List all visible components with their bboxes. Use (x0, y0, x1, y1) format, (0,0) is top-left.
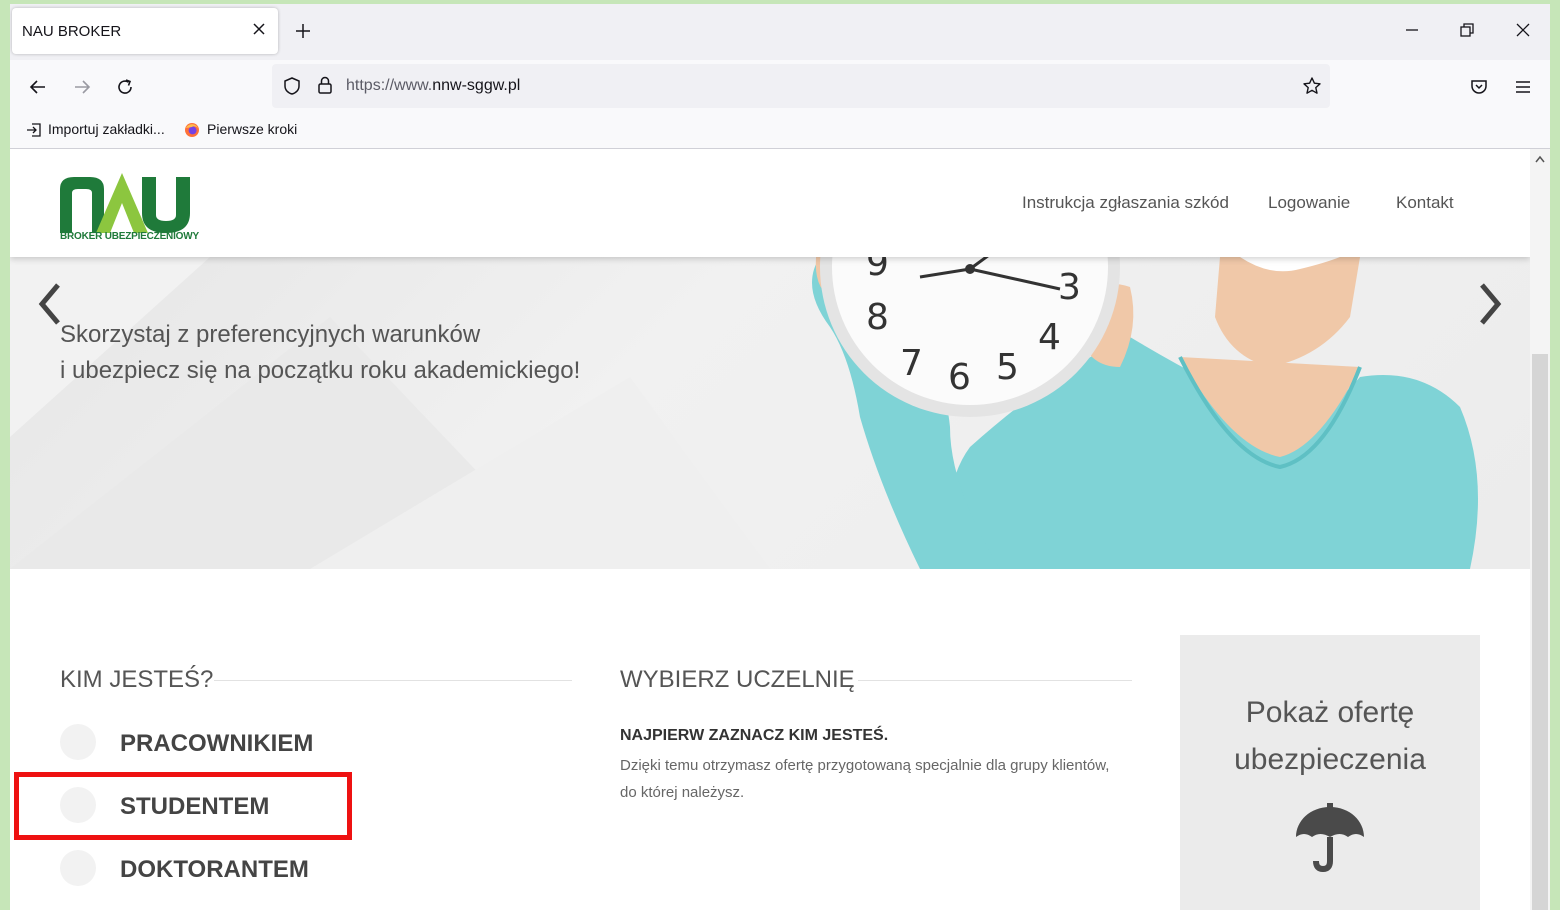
radio-label-doctoral[interactable]: DOKTORANTEM (120, 856, 309, 884)
svg-text:4: 4 (1038, 317, 1061, 358)
slider-next-icon[interactable] (1476, 279, 1506, 329)
highlight-box (14, 772, 352, 840)
web-page: BROKER UBEZPIECZENIOWY Instrukcja zgłasz… (10, 149, 1530, 910)
instruction-title: NAJPIERW ZAZNACZ KIM JESTEŚ. (620, 727, 889, 744)
offer-text-line1: Pokaż ofertę (1245, 696, 1415, 729)
bookmark-first-steps[interactable]: Pierwsze kroki (207, 121, 297, 137)
scroll-up-icon[interactable] (1535, 155, 1545, 163)
browser-tab[interactable]: NAU BROKER (12, 8, 278, 54)
divider (858, 680, 1132, 681)
close-tab-icon[interactable] (250, 20, 268, 38)
new-tab-icon[interactable] (294, 22, 312, 40)
slider-prev-icon[interactable] (34, 279, 64, 329)
radio-label-employee[interactable]: PRACOWNIKIEM (120, 730, 313, 758)
umbrella-icon (1296, 803, 1364, 873)
hero-caption: Skorzystaj z preferencyjnych warunków i … (60, 317, 580, 389)
bookmark-star-icon[interactable] (1302, 76, 1322, 96)
browser-window: NAU BROKER https://www.nnw-sggw.pl Impor… (10, 4, 1550, 910)
svg-text:3: 3 (1058, 267, 1081, 308)
radio-circle[interactable] (60, 724, 96, 760)
minimize-icon[interactable] (1404, 22, 1420, 38)
instruction-text: Dzięki temu otrzymasz ofertę przygotowan… (620, 757, 1110, 801)
hero-slider: 3 4 5 6 7 8 9 Skorzystaj z preferencyjny… (10, 257, 1530, 569)
logo-subtitle: BROKER UBEZPIECZENIOWY (60, 231, 199, 242)
svg-text:6: 6 (948, 357, 971, 398)
who-are-you-title: KIM JESTEŚ? (60, 666, 214, 693)
hero-caption-line1: Skorzystaj z preferencyjnych warunków (60, 321, 481, 348)
radio-circle[interactable] (60, 850, 96, 886)
url-text[interactable]: https://www.nnw-sggw.pl (346, 77, 520, 95)
page-scrollbar[interactable] (1530, 149, 1550, 910)
lock-icon[interactable] (316, 75, 334, 95)
bookmark-import[interactable]: Importuj zakładki... (48, 121, 165, 137)
svg-text:7: 7 (900, 343, 923, 384)
menu-login[interactable]: Logowanie (1268, 193, 1350, 213)
tab-title: NAU BROKER (22, 23, 122, 40)
navigation-bar: https://www.nnw-sggw.pl (10, 60, 1550, 112)
shield-icon[interactable] (282, 76, 302, 96)
hero-caption-line2: i ubezpiecz się na początku roku akademi… (60, 357, 581, 384)
svg-text:9: 9 (866, 257, 889, 284)
import-icon (27, 123, 41, 137)
pocket-icon[interactable] (1469, 77, 1489, 97)
url-bar[interactable]: https://www.nnw-sggw.pl (272, 64, 1330, 108)
choose-university-title: WYBIERZ UCZELNIĘ (620, 666, 855, 693)
divider (214, 680, 572, 681)
forward-icon[interactable] (72, 77, 92, 97)
reload-icon[interactable] (115, 77, 135, 97)
scrollbar-thumb[interactable] (1532, 354, 1548, 910)
offer-text-line2: ubezpieczenia (1234, 743, 1426, 776)
bookmarks-bar: Importuj zakładki... Pierwsze kroki (10, 112, 1550, 149)
svg-text:5: 5 (996, 347, 1019, 388)
offer-text: Pokaż ofertę ubezpieczenia (1180, 689, 1480, 783)
svg-text:8: 8 (866, 297, 889, 338)
back-icon[interactable] (28, 77, 48, 97)
woman-with-clock-image: 3 4 5 6 7 8 9 (800, 257, 1530, 569)
site-header: BROKER UBEZPIECZENIOWY Instrukcja zgłasz… (10, 149, 1530, 257)
menu-contact[interactable]: Kontakt (1396, 193, 1454, 213)
close-window-icon[interactable] (1515, 22, 1531, 38)
show-offer-button[interactable]: Pokaż ofertę ubezpieczenia (1180, 635, 1480, 910)
tab-bar: NAU BROKER (10, 4, 1550, 60)
menu-hamburger-icon[interactable] (1513, 77, 1533, 97)
firefox-icon (185, 123, 199, 137)
restore-icon[interactable] (1459, 22, 1475, 38)
menu-claims-instructions[interactable]: Instrukcja zgłaszania szkód (1022, 193, 1229, 213)
